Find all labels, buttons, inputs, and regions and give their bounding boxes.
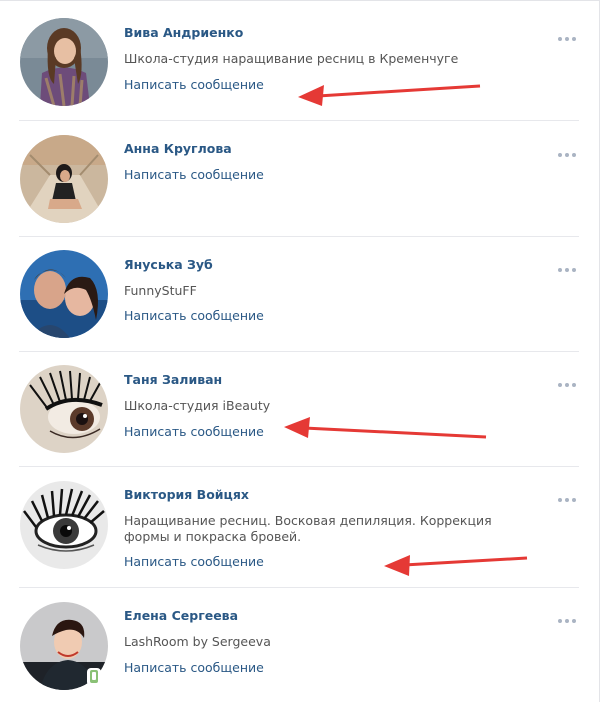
avatar[interactable] xyxy=(20,365,108,453)
person-name[interactable]: Анна Круглова xyxy=(124,141,232,156)
person-subtitle: LashRoom by Sergeeva xyxy=(124,634,271,649)
list-item: Таня Заливан Школа-студия iBeauty Написа… xyxy=(0,352,599,467)
person-name[interactable]: Таня Заливан xyxy=(124,372,222,387)
person-name[interactable]: Вива Андриенко xyxy=(124,25,243,40)
write-message-link[interactable]: Написать сообщение xyxy=(124,554,264,569)
more-dots-icon[interactable] xyxy=(557,616,579,626)
list-item: Анна Круглова Написать сообщение xyxy=(0,121,599,237)
person-subtitle: Наращивание ресниц. Восковая депиляция. … xyxy=(124,513,492,544)
more-dots-icon[interactable] xyxy=(557,265,579,275)
more-dots-icon[interactable] xyxy=(557,495,579,505)
person-subtitle: Школа-студия iBeauty xyxy=(124,398,271,413)
more-dots-icon[interactable] xyxy=(557,150,579,160)
person-name[interactable]: Януська Зуб xyxy=(124,257,213,272)
mobile-online-icon xyxy=(87,668,101,686)
person-name[interactable]: Виктория Войцях xyxy=(124,487,249,502)
avatar[interactable] xyxy=(20,481,108,569)
write-message-link[interactable]: Написать сообщение xyxy=(124,660,264,675)
list-item: Виктория Войцях Наращивание ресниц. Воск… xyxy=(0,467,599,588)
write-message-link[interactable]: Написать сообщение xyxy=(124,308,264,323)
write-message-link[interactable]: Написать сообщение xyxy=(124,424,264,439)
more-dots-icon[interactable] xyxy=(557,380,579,390)
avatar[interactable] xyxy=(20,250,108,338)
avatar[interactable] xyxy=(20,135,108,223)
list-item: Януська Зуб FunnyStuFF Написать сообщени… xyxy=(0,237,599,352)
friends-list: Вива Андриенко Школа-студия наращивание … xyxy=(0,0,600,702)
more-dots-icon[interactable] xyxy=(557,34,579,44)
person-subtitle: FunnyStuFF xyxy=(124,283,197,298)
avatar[interactable] xyxy=(20,18,108,106)
person-subtitle: Школа-студия наращивание ресниц в Кремен… xyxy=(124,51,459,66)
person-name[interactable]: Елена Сергеева xyxy=(124,608,238,623)
write-message-link[interactable]: Написать сообщение xyxy=(124,77,264,92)
list-item: Елена Сергеева LashRoom by Sergeeva Напи… xyxy=(0,588,599,703)
list-item: Вива Андриенко Школа-студия наращивание … xyxy=(0,1,599,121)
write-message-link[interactable]: Написать сообщение xyxy=(124,167,264,182)
